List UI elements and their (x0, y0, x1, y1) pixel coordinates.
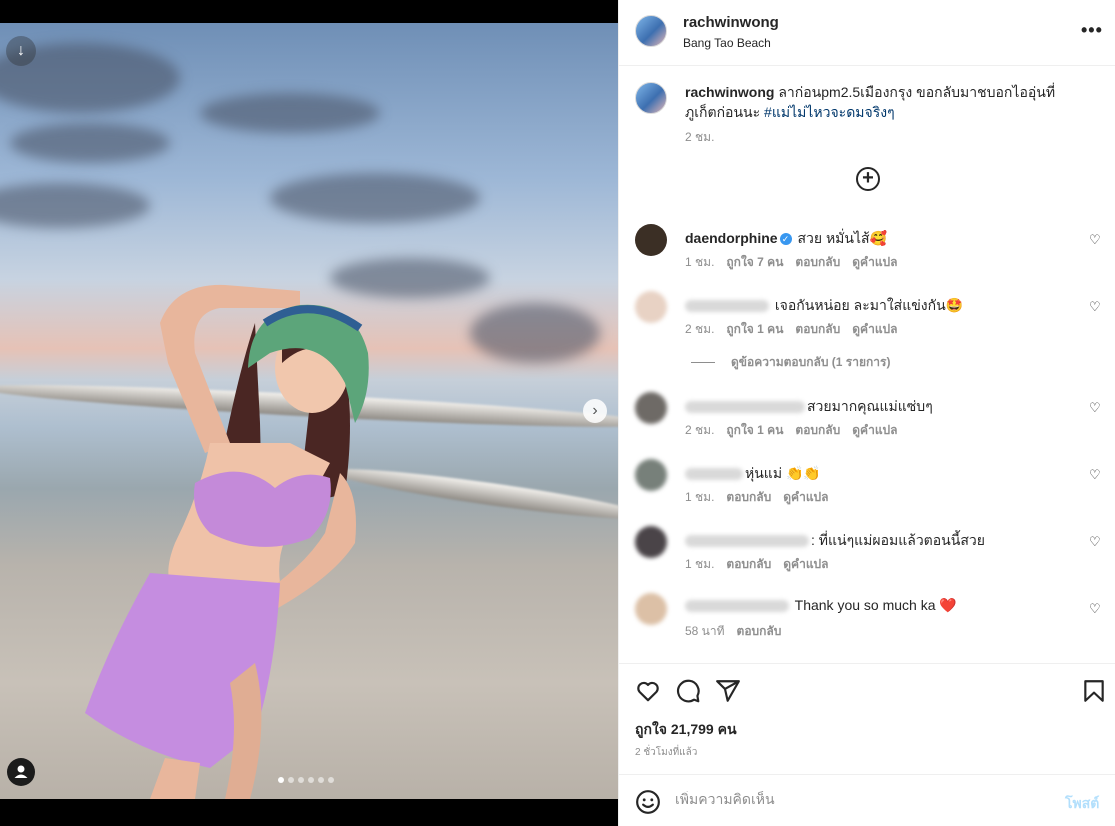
heart-icon[interactable]: ♡ (1089, 467, 1101, 483)
avatar[interactable] (635, 15, 667, 47)
comment-item: : ที่แน่ๆแม่ผอมแล้วตอนนี้สวย 1 ชม. ตอบกลั… (619, 526, 1115, 586)
download-icon[interactable]: ↓ (6, 36, 36, 66)
translate-button[interactable]: ดูคำแปล (852, 423, 897, 437)
comment-time[interactable]: 2 ชม. (685, 322, 714, 336)
post-header: rachwinwong Bang Tao Beach ••• (619, 0, 1115, 66)
comment-text: : ที่แน่ๆแม่ผอมแล้วตอนนี้สวย (811, 532, 985, 548)
post-time[interactable]: 2 ชั่วโมงที่แล้ว (635, 745, 697, 760)
carousel-dots (278, 777, 334, 783)
comment-likes[interactable]: ถูกใจ 1 คน (726, 423, 783, 437)
post-media: ↓ › (0, 0, 618, 826)
comment-item: Thank you so much ka ❤️ 58 นาที ตอบกลับ ♡ (619, 593, 1115, 653)
replies-label: ดูข้อความตอบกลับ (1 รายการ) (731, 355, 891, 369)
carousel-dot (278, 777, 284, 783)
chevron-right-icon[interactable]: › (583, 399, 607, 423)
blurred-username (685, 300, 769, 313)
comment-likes[interactable]: ถูกใจ 1 คน (726, 322, 783, 336)
post-photo[interactable] (0, 23, 618, 799)
comment-text: สวยมากคุณแม่แซ่บๆ (807, 398, 933, 414)
comment-time[interactable]: 1 ชม. (685, 490, 714, 504)
verified-icon: ✓ (779, 233, 792, 246)
woman-figure (85, 284, 369, 799)
carousel-dot (298, 777, 304, 783)
heart-icon[interactable]: ♡ (1089, 232, 1101, 248)
post-caption: rachwinwong ลาก่อนpm2.5เมืองกรุง ขอกลับม… (685, 82, 1085, 122)
send-icon[interactable] (715, 678, 741, 704)
translate-button[interactable]: ดูคำแปล (783, 557, 828, 571)
caption-time: 2 ชม. (685, 130, 715, 144)
heart-icon[interactable]: ♡ (1089, 400, 1101, 416)
reply-button[interactable]: ตอบกลับ (737, 624, 782, 638)
comment-username[interactable]: daendorphine (685, 230, 778, 246)
reply-button[interactable]: ตอบกลับ (726, 490, 771, 504)
instagram-post-modal: ↓ › rachwinwong Bang Tao Beach ••• rachw… (0, 0, 1115, 826)
likes-count[interactable]: ถูกใจ 21,799 คน (635, 719, 737, 741)
header-username[interactable]: rachwinwong (683, 14, 779, 31)
comment-text: เจอกันหน่อย ละมาใส่แข่งกัน🤩 (774, 297, 964, 313)
heart-icon[interactable]: ♡ (1089, 601, 1101, 617)
comment-icon[interactable] (675, 678, 701, 704)
post-button[interactable]: โพสต์ (1065, 793, 1099, 815)
header-location[interactable]: Bang Tao Beach (683, 36, 771, 50)
comment-time[interactable]: 58 นาที (685, 624, 725, 638)
replies-line (691, 362, 715, 364)
user-tag-icon[interactable] (7, 758, 35, 786)
comment-time[interactable]: 1 ชม. (685, 255, 714, 269)
blurred-username (685, 401, 805, 414)
caption-username[interactable]: rachwinwong (685, 84, 774, 100)
reply-button[interactable]: ตอบกลับ (795, 255, 840, 269)
caption-avatar[interactable] (635, 82, 667, 114)
heart-icon[interactable]: ♡ (1089, 534, 1101, 550)
heart-icon[interactable]: ♡ (1089, 299, 1101, 315)
plus-circle-icon[interactable]: + (856, 167, 880, 191)
blurred-username (685, 535, 809, 548)
avatar[interactable] (635, 526, 667, 558)
carousel-dot (288, 777, 294, 783)
action-bar: ถูกใจ 21,799 คน 2 ชั่วโมงที่แล้ว (619, 663, 1115, 774)
translate-button[interactable]: ดูคำแปล (852, 255, 897, 269)
reply-button[interactable]: ตอบกลับ (795, 423, 840, 437)
comment-time[interactable]: 2 ชม. (685, 423, 714, 437)
carousel-dot (318, 777, 324, 783)
bookmark-icon[interactable] (1081, 678, 1107, 704)
blurred-username (685, 468, 743, 481)
reply-button[interactable]: ตอบกลับ (795, 322, 840, 336)
avatar[interactable] (635, 291, 667, 323)
comment-item: เจอกันหน่อย ละมาใส่แข่งกัน🤩 2 ชม. ถูกใจ 1… (619, 291, 1115, 351)
caption-hashtag[interactable]: #แม่ไม่ไหวจะดมจริงๆ (764, 104, 895, 120)
comment-item: หุ่นแม่ 👏👏 1 ชม. ตอบกลับ ดูคำแปล ♡ (619, 459, 1115, 519)
comment-time[interactable]: 1 ชม. (685, 557, 714, 571)
comment-composer: โพสต์ (619, 774, 1115, 826)
translate-button[interactable]: ดูคำแปล (783, 490, 828, 504)
reply-button[interactable]: ตอบกลับ (726, 557, 771, 571)
more-horizontal-icon[interactable]: ••• (1081, 20, 1103, 41)
heart-icon[interactable] (635, 678, 661, 704)
comment-item: daendorphine ✓ สวย หมั่นไส้🥰 1 ชม. ถูกใจ 7… (619, 224, 1115, 284)
emoji-icon[interactable] (635, 789, 661, 815)
post-details-panel: rachwinwong Bang Tao Beach ••• rachwinwo… (618, 0, 1115, 826)
carousel-dot (328, 777, 334, 783)
view-replies-button[interactable]: ดูข้อความตอบกลับ (1 รายการ) (691, 353, 890, 372)
comment-text: หุ่นแม่ 👏👏 (745, 465, 821, 481)
comment-item: สวยมากคุณแม่แซ่บๆ 2 ชม. ถูกใจ 1 คน ตอบกลับ… (619, 392, 1115, 452)
avatar[interactable] (635, 392, 667, 424)
comment-text: สวย หมั่นไส้🥰 (797, 230, 887, 246)
avatar[interactable] (635, 224, 667, 256)
comment-text: Thank you so much ka ❤️ (794, 597, 957, 613)
comment-likes[interactable]: ถูกใจ 7 คน (726, 255, 783, 269)
blurred-username (685, 600, 789, 613)
avatar[interactable] (635, 459, 667, 491)
avatar[interactable] (635, 593, 667, 625)
translate-button[interactable]: ดูคำแปล (852, 322, 897, 336)
comment-input[interactable] (675, 791, 1035, 807)
carousel-dot (308, 777, 314, 783)
